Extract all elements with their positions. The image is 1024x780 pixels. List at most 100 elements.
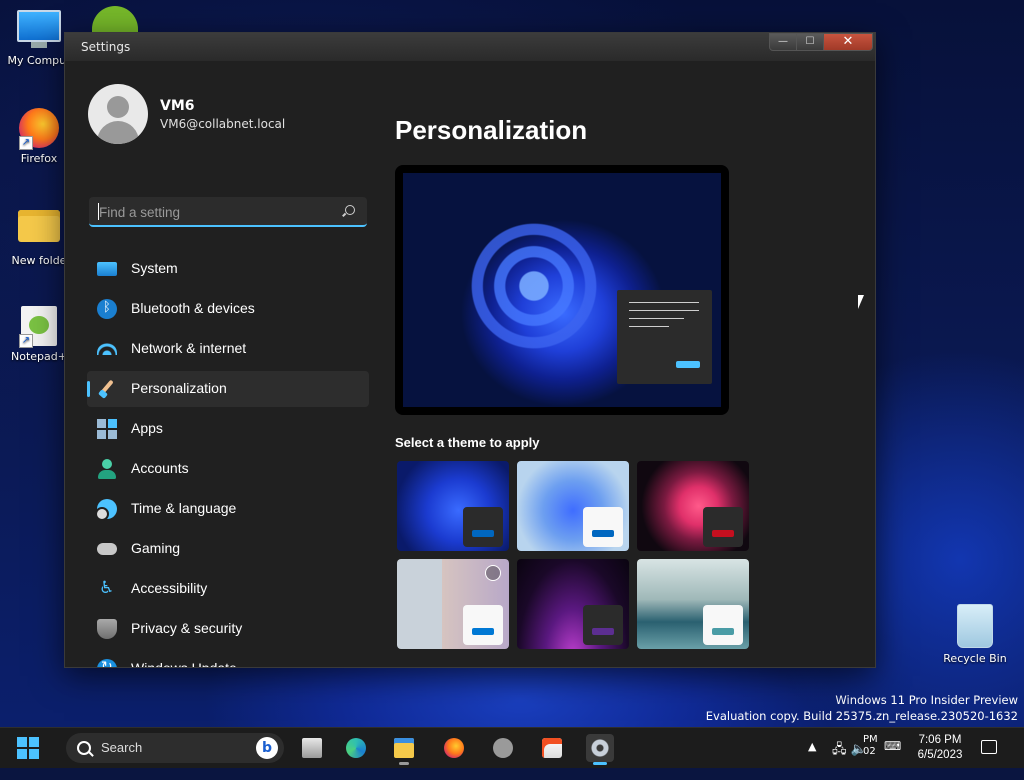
user-name: VM6 [160, 98, 195, 114]
sidebar: VM6 VM6@collabnet.local System Bluetooth… [65, 61, 375, 667]
spotlight-badge-icon [485, 565, 501, 581]
keyboard-icon[interactable]: ⌨ [884, 739, 901, 779]
wifi-icon [97, 343, 117, 355]
sidebar-item-label: Accessibility [131, 580, 208, 596]
notification-icon[interactable] [981, 740, 997, 754]
sidebar-item-label: Windows Update [131, 660, 237, 668]
desktop-icon-label: Recycle Bin [943, 652, 1007, 665]
sidebar-item-bluetooth[interactable]: Bluetooth & devices [87, 291, 369, 327]
taskbar-search[interactable]: Search b [66, 733, 284, 763]
watermark-line-1: Windows 11 Pro Insider Preview [835, 693, 1018, 707]
system-icon [97, 262, 117, 276]
watermark-line-2: Evaluation copy. Build 25375.zn_release.… [705, 709, 1018, 723]
sidebar-item-time-language[interactable]: Time & language [87, 491, 369, 527]
title-bar[interactable]: Settings — ☐ ✕ [65, 33, 875, 61]
taskbar-edge[interactable] [342, 734, 370, 762]
theme-sunrise[interactable] [517, 559, 629, 649]
firefox-icon: ↗ [17, 108, 61, 150]
gamepad-icon [97, 543, 117, 555]
firefox-icon [444, 738, 464, 758]
taskbar: Search b ▲ 🖧🔈 PM 02 ⌨ 7:06 PM 6/5/2023 [0, 727, 1024, 768]
folder-icon [394, 738, 414, 758]
settings-window: Settings — ☐ ✕ VM6 VM6@collabnet.local S… [64, 32, 876, 668]
taskbar-firefox[interactable] [440, 734, 468, 762]
taskbar-settings[interactable] [586, 734, 614, 765]
clock-time: 7:06 PM [918, 734, 962, 746]
tray-overflow-chevron-icon[interactable]: ▲ [808, 740, 816, 780]
user-body-icon [97, 121, 139, 144]
sidebar-item-label: Bluetooth & devices [131, 300, 255, 316]
sidebar-item-accounts[interactable]: Accounts [87, 451, 369, 487]
theme-windows-dark[interactable] [397, 461, 509, 551]
bluetooth-icon [97, 299, 117, 319]
user-email: VM6@collabnet.local [160, 117, 286, 131]
notepadpp-icon: ↗ [17, 306, 61, 348]
theme-captured-motion[interactable] [397, 559, 509, 649]
sidebar-item-windows-update[interactable]: Windows Update [87, 651, 369, 668]
sidebar-item-label: Time & language [131, 500, 237, 516]
sidebar-item-label: Network & internet [131, 340, 247, 356]
clock-date: 6/5/2023 [917, 749, 963, 761]
search-box[interactable] [89, 197, 367, 227]
desktop-icon-recycle-bin[interactable]: Recycle Bin [936, 604, 1014, 665]
taskbar-store[interactable] [538, 734, 566, 762]
sidebar-item-network[interactable]: Network & internet [87, 331, 369, 367]
taskbar-file-explorer[interactable] [390, 734, 418, 765]
sidebar-item-label: Privacy & security [131, 620, 243, 636]
minimize-button[interactable]: — [769, 33, 797, 51]
search-input[interactable] [97, 201, 336, 223]
start-button[interactable] [17, 737, 39, 759]
edge-icon [346, 738, 366, 758]
sidebar-item-accessibility[interactable]: Accessibility [87, 571, 369, 607]
main-content: Personalization Select a theme to apply [375, 61, 875, 667]
sidebar-item-label: Accounts [131, 460, 189, 476]
avatar[interactable] [88, 84, 148, 144]
user-head-icon [107, 96, 129, 118]
maximize-button[interactable]: ☐ [796, 33, 824, 51]
sidebar-item-label: Apps [131, 420, 163, 436]
nav-list: System Bluetooth & devices Network & int… [87, 251, 369, 668]
tools-icon [493, 738, 513, 758]
evaluation-watermark: Windows 11 Pro Insider Preview Evaluatio… [706, 692, 1018, 724]
task-view-icon [302, 738, 322, 758]
page-title: Personalization [395, 115, 588, 145]
theme-section-label: Select a theme to apply [395, 435, 540, 450]
sidebar-item-label: Personalization [131, 380, 227, 396]
sidebar-item-privacy[interactable]: Privacy & security [87, 611, 369, 647]
folder-icon [17, 210, 61, 250]
theme-glow[interactable] [637, 461, 749, 551]
sidebar-item-system[interactable]: System [87, 251, 369, 287]
apps-icon [97, 419, 117, 439]
mouse-pointer-icon [858, 295, 864, 309]
store-icon [542, 738, 562, 758]
bloom-graphic [435, 205, 615, 385]
taskbar-search-label: Search [101, 740, 143, 755]
sidebar-item-label: System [131, 260, 178, 276]
theme-flow[interactable] [637, 559, 749, 649]
theme-windows-light[interactable] [517, 461, 629, 551]
close-button[interactable]: ✕ [823, 33, 873, 51]
recycle-bin-icon [957, 604, 993, 648]
sidebar-item-personalization[interactable]: Personalization [87, 371, 369, 407]
taskbar-clock[interactable]: 7:06 PM 6/5/2023 [908, 733, 972, 763]
theme-preview [395, 165, 729, 415]
sidebar-item-apps[interactable]: Apps [87, 411, 369, 447]
update-icon [97, 659, 117, 667]
gear-icon [590, 738, 610, 758]
tray-truncated-clock: PM 02 [863, 734, 878, 757]
sample-window-preview [617, 290, 712, 384]
account-icon [97, 459, 117, 479]
sample-accent-button [676, 361, 700, 368]
search-icon [77, 741, 91, 755]
window-title: Settings [81, 40, 131, 54]
brush-icon [97, 379, 117, 399]
clock-globe-icon [95, 499, 117, 521]
search-icon[interactable] [345, 205, 355, 215]
taskbar-tools[interactable] [489, 734, 517, 762]
taskbar-task-view[interactable] [298, 734, 326, 762]
computer-icon [17, 10, 61, 50]
sidebar-item-gaming[interactable]: Gaming [87, 531, 369, 567]
sidebar-item-label: Gaming [131, 540, 181, 556]
bing-icon[interactable]: b [256, 737, 278, 759]
accessibility-icon [97, 578, 117, 599]
